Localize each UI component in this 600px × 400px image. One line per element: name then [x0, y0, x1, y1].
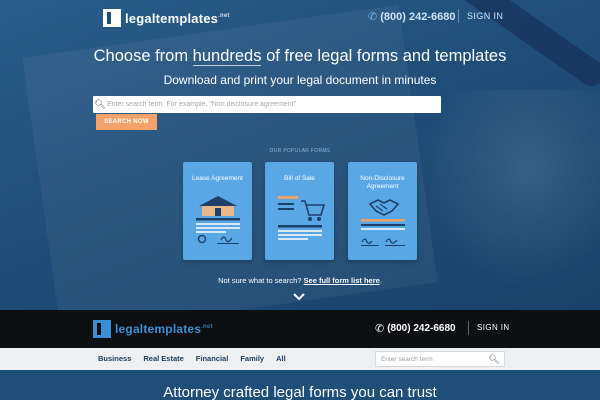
top-header: legaltemplates.net ✆ (800) 242-6680 SIGN…	[0, 0, 600, 34]
phone-link[interactable]: ✆ (800) 242-6680	[368, 10, 456, 24]
handshake-icon	[361, 199, 405, 246]
not-sure-text: Not sure what to search? See full form l…	[218, 276, 382, 285]
full-form-list-link[interactable]: See full form list here	[304, 276, 380, 285]
nav-search-input[interactable]	[376, 355, 486, 363]
logo-tld: .net	[201, 324, 213, 330]
sticky-header: legaltemplates.net ✆ (800) 242-6680 SIGN…	[0, 310, 600, 348]
logo-icon	[93, 320, 111, 338]
hero-search-box: 🔍︎	[93, 96, 441, 113]
hero-search-input[interactable]	[107, 101, 427, 108]
phone-icon: ✆	[375, 323, 385, 335]
sticky-sign-in-link[interactable]: SIGN IN	[477, 323, 510, 332]
logo-icon	[103, 9, 121, 27]
nav-item-business[interactable]: Business	[98, 354, 131, 363]
card-title: Bill of Sale	[284, 175, 315, 182]
phone-number: (800) 242-6680	[387, 323, 456, 334]
logo-text: legaltemplates.net	[115, 322, 213, 336]
search-icon[interactable]: 🔍︎	[486, 354, 502, 365]
sticky-phone-link[interactable]: ✆ (800) 242-6680	[375, 322, 456, 335]
nav-item-all[interactable]: All	[276, 354, 286, 363]
search-icon: 🔍︎	[94, 99, 106, 109]
card-title: Non-Disclosure Agreement	[360, 175, 405, 190]
phone-number: (800) 242-6680	[380, 10, 456, 23]
header-divider	[468, 321, 469, 335]
hero-section: legaltemplates.net ✆ (800) 242-6680 SIGN…	[0, 0, 600, 310]
background-hand-image	[420, 90, 600, 290]
hero-subheadline: Download and print your legal document i…	[163, 73, 437, 87]
card-non-disclosure-agreement[interactable]: Non-Disclosure Agreement	[348, 162, 417, 260]
card-title: Lease Agreement	[192, 175, 243, 182]
header-divider	[458, 9, 459, 23]
category-nav: Business Real Estate Financial Family Al…	[0, 348, 600, 370]
search-now-button[interactable]: SEARCH NOW	[96, 114, 157, 130]
logo-text: legaltemplates.net	[125, 10, 230, 26]
hero-headline: Choose from hundreds of free legal forms…	[93, 47, 507, 66]
nav-item-real-estate[interactable]: Real Estate	[143, 354, 183, 363]
card-bill-of-sale[interactable]: Bill of Sale	[265, 162, 334, 260]
nav-items: Business Real Estate Financial Family Al…	[98, 354, 286, 363]
nav-item-family[interactable]: Family	[240, 354, 264, 363]
nav-item-financial[interactable]: Financial	[196, 354, 229, 363]
popular-forms-title: OUR POPULAR FORMS	[269, 148, 331, 154]
sticky-site-logo[interactable]: legaltemplates.net	[93, 320, 213, 338]
banner-title: Attorney crafted legal forms you can tru…	[163, 384, 437, 400]
nav-search-box: 🔍︎	[375, 351, 505, 367]
chevron-down-icon[interactable]	[292, 292, 306, 302]
trust-banner: Attorney crafted legal forms you can tru…	[0, 370, 600, 400]
site-logo[interactable]: legaltemplates.net	[103, 9, 230, 27]
logo-tld: .net	[218, 13, 230, 20]
headline-highlight: hundreds	[192, 47, 262, 66]
cart-icon	[278, 196, 325, 240]
sign-in-link[interactable]: SIGN IN	[467, 11, 503, 21]
card-lease-agreement[interactable]: Lease Agreement	[183, 162, 252, 260]
phone-icon: ✆	[368, 11, 378, 23]
house-icon	[196, 196, 240, 244]
